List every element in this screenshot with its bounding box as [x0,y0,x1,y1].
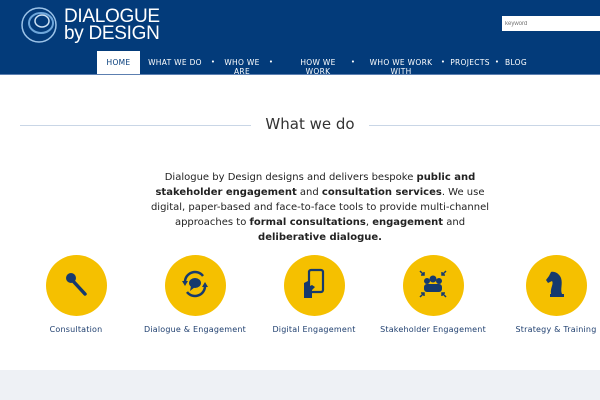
nav-who-we-work-with[interactable]: WHO WE WORK WITH [366,51,436,76]
logo-swirl-icon [21,7,57,43]
nav-separator: • [494,58,500,66]
service-label[interactable]: Dialogue & Engagement [135,325,255,334]
chess-knight-icon [541,268,571,304]
service-circle[interactable] [164,255,226,316]
intro-text: and [443,217,466,228]
intro-text: Dialogue by Design designs and delivers … [164,172,417,183]
intro-emphasis: formal consultations [249,217,366,228]
service-circle[interactable] [45,255,107,316]
site-header: DIALOGUEby DESIGN HOME WHAT WE DO • WHO … [0,0,600,76]
logo[interactable]: DIALOGUE by DESIGN [20,6,160,44]
service-label[interactable]: Stakeholder Engagement [373,325,493,334]
intro-emphasis: engagement [372,217,444,228]
intro-text: and [296,187,322,198]
service-label[interactable]: Digital Engagement [254,325,374,334]
tablet-hand-icon [299,267,329,305]
nav-what-we-do[interactable]: WHAT WE DO [144,51,206,75]
service-item[interactable]: Strategy & Training [496,255,600,334]
page-title: What we do [251,115,369,133]
service-label[interactable]: Strategy & Training [496,325,600,334]
main-nav: HOME WHAT WE DO • WHO WE ARE • HOW WE WO… [97,51,528,76]
nav-separator: • [210,58,216,66]
service-item[interactable]: Stakeholder Engagement [373,255,493,334]
service-item[interactable]: Dialogue & Engagement [135,255,255,334]
service-circle[interactable] [283,255,345,316]
nav-divider [0,74,600,75]
service-item[interactable]: Consultation [16,255,136,334]
group-icon [416,267,450,305]
nav-who-we-are[interactable]: WHO WE ARE [220,51,264,76]
nav-home[interactable]: HOME [97,51,140,75]
logo-line2: by DESIGN [64,23,160,44]
nav-how-we-work[interactable]: HOW WE WORK [290,51,346,76]
chat-cycle-icon [178,267,212,305]
service-item[interactable]: Digital Engagement [254,255,374,334]
service-circle[interactable] [525,255,587,316]
section-heading: What we do [20,114,600,136]
service-label[interactable]: Consultation [16,325,136,334]
microphone-icon [61,269,91,303]
nav-blog[interactable]: BLOG [504,51,528,75]
nav-separator: • [440,58,446,66]
intro-emphasis: consultation services [321,187,442,198]
nav-projects[interactable]: PROJECTS [450,51,490,75]
nav-separator: • [268,58,274,66]
service-circle[interactable] [402,255,464,316]
nav-separator: • [350,58,356,66]
intro-paragraph: Dialogue by Design designs and delivers … [140,170,500,245]
search-input[interactable] [502,16,600,31]
footer-band [0,370,600,400]
intro-emphasis: deliberative dialogue. [258,232,382,243]
